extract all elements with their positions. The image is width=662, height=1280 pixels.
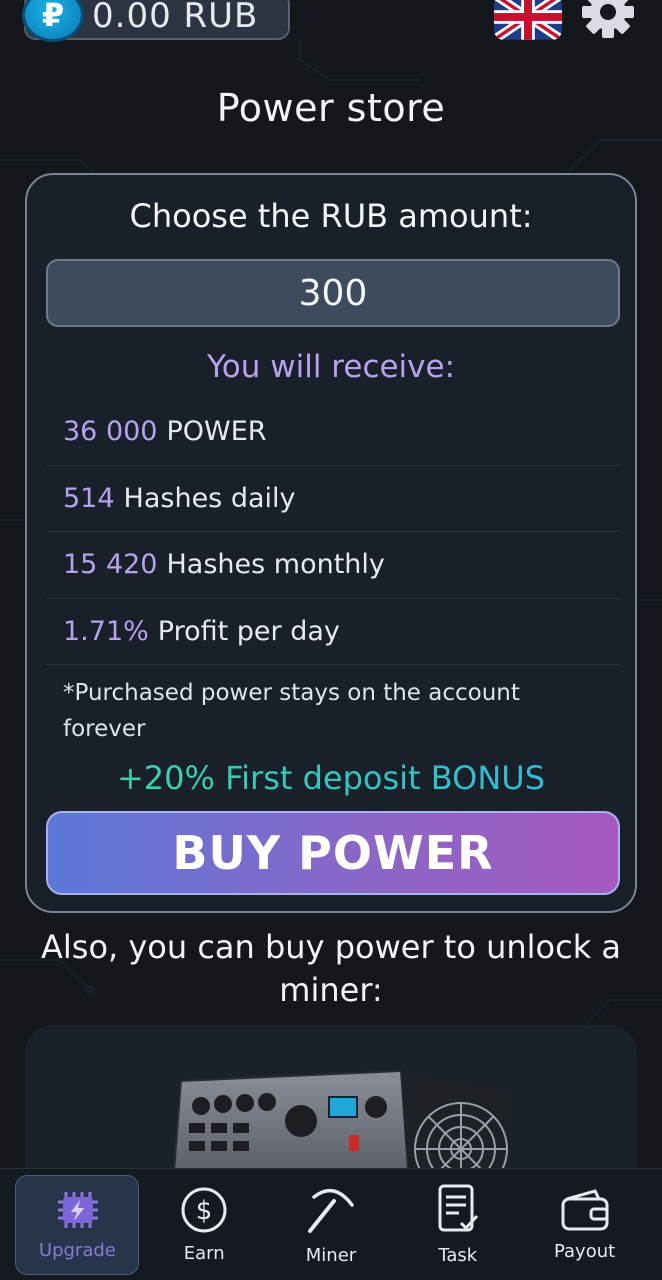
hashes-monthly-value: 15 420 bbox=[63, 549, 158, 581]
profit-label: Profit per day bbox=[157, 615, 340, 647]
power-store-card: Choose the RUB amount: You will receive:… bbox=[25, 173, 637, 913]
bottom-navigation: Upgrade $ Earn Miner Task Payout bbox=[0, 1168, 662, 1280]
wallet-icon bbox=[561, 1189, 609, 1231]
balance-amount: 0.00 RUB bbox=[92, 0, 259, 36]
dollar-circle-icon: $ bbox=[181, 1187, 227, 1233]
power-label: POWER bbox=[166, 416, 267, 448]
power-value: 36 000 bbox=[63, 416, 158, 448]
receive-list: 36 000 POWER 514 Hashes daily 15 420 Has… bbox=[46, 399, 620, 665]
buy-power-button[interactable]: BUY POWER bbox=[46, 811, 620, 895]
nav-earn-label: Earn bbox=[183, 1243, 225, 1264]
receive-title: You will receive: bbox=[206, 349, 456, 385]
hashes-daily-row: 514 Hashes daily bbox=[46, 466, 620, 532]
nav-upgrade[interactable]: Upgrade bbox=[15, 1174, 140, 1275]
nav-miner[interactable]: Miner bbox=[269, 1175, 393, 1275]
gear-icon[interactable] bbox=[578, 0, 638, 42]
hashes-monthly-label: Hashes monthly bbox=[166, 549, 385, 581]
checklist-icon bbox=[438, 1184, 478, 1232]
purchase-note: *Purchased power stays on the account fo… bbox=[63, 680, 520, 742]
profit-value: 1.71% bbox=[63, 615, 149, 647]
power-row: 36 000 POWER bbox=[46, 399, 620, 466]
hashes-daily-label: Hashes daily bbox=[123, 482, 296, 514]
nav-earn[interactable]: $ Earn bbox=[142, 1175, 266, 1275]
svg-text:$: $ bbox=[196, 1196, 213, 1226]
nav-payout-label: Payout bbox=[553, 1241, 616, 1262]
profit-row: 1.71% Profit per day bbox=[46, 599, 620, 665]
top-bar: 0.00 RUB ₽ bbox=[0, 0, 662, 46]
chip-bolt-icon bbox=[58, 1192, 99, 1228]
hashes-monthly-row: 15 420 Hashes monthly bbox=[46, 532, 620, 599]
nav-payout[interactable]: Payout bbox=[523, 1175, 647, 1275]
nav-upgrade-label: Upgrade bbox=[38, 1240, 116, 1261]
uk-flag-icon[interactable] bbox=[494, 0, 562, 40]
unlock-miner-text: Also, you can buy power to unlock a mine… bbox=[40, 928, 621, 1009]
bonus-text: +20% First deposit BONUS bbox=[27, 759, 635, 797]
amount-heading: Choose the RUB amount: bbox=[129, 197, 533, 235]
page-title: Power store bbox=[216, 86, 446, 130]
nav-miner-label: Miner bbox=[305, 1245, 357, 1266]
nav-task-label: Task bbox=[438, 1245, 478, 1266]
nav-task[interactable]: Task bbox=[396, 1175, 520, 1275]
rub-amount-input[interactable] bbox=[46, 259, 620, 327]
hashes-daily-value: 514 bbox=[63, 482, 115, 514]
pickaxe-icon bbox=[307, 1188, 354, 1233]
